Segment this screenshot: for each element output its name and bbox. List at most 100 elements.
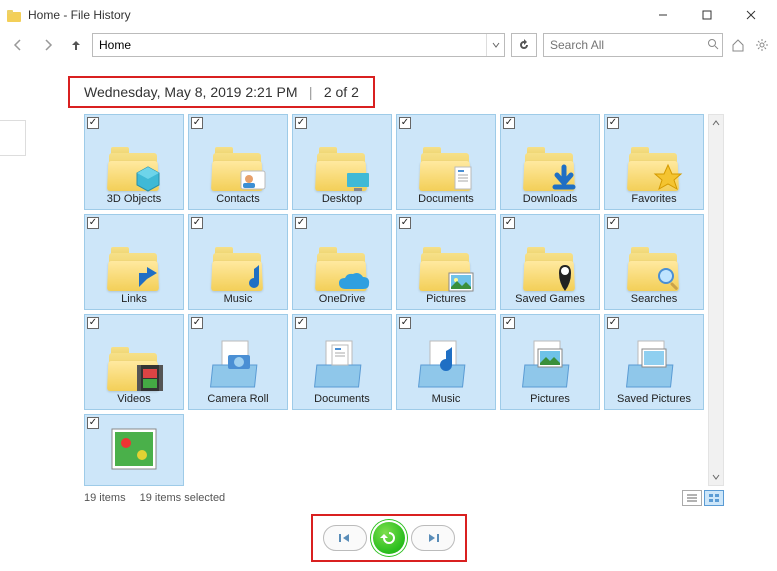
folder-item[interactable]: Music <box>396 314 496 410</box>
folder-item[interactable]: Pictures <box>500 314 600 410</box>
item-checkbox[interactable] <box>295 117 307 129</box>
app-icon <box>6 7 22 23</box>
scroll-up-button[interactable] <box>709 115 723 131</box>
folder-item[interactable]: Documents <box>396 114 496 210</box>
folder-music-icon <box>206 227 270 291</box>
folder-item[interactable]: Videos <box>84 314 184 410</box>
folder-item[interactable]: Downloads <box>500 114 600 210</box>
view-details-button[interactable] <box>682 490 702 506</box>
items-grid: 3D Objects Contacts Desktop Documents Do… <box>84 114 706 486</box>
view-large-icons-button[interactable] <box>704 490 724 506</box>
item-checkbox[interactable] <box>87 417 99 429</box>
item-label: Pictures <box>426 293 466 307</box>
selected-count: 19 items selected <box>140 492 226 504</box>
title-bar: Home - File History <box>0 0 777 30</box>
library-camera-icon <box>206 327 270 391</box>
nav-pane-stub <box>0 120 26 156</box>
folder-item[interactable]: Pictures <box>396 214 496 310</box>
scroll-down-button[interactable] <box>709 469 723 485</box>
folder-item[interactable]: Documents <box>292 314 392 410</box>
version-controls-highlight <box>311 514 467 562</box>
folder-item[interactable]: Searches <box>604 214 704 310</box>
item-label: Desktop <box>322 193 362 207</box>
library-pictures-icon <box>518 327 582 391</box>
item-label: Music <box>224 293 253 307</box>
item-checkbox[interactable] <box>295 317 307 329</box>
address-dropdown[interactable] <box>486 34 504 56</box>
folder-item[interactable]: Desktop <box>292 114 392 210</box>
item-label: Saved Games <box>515 293 585 307</box>
library-documents-icon <box>310 327 374 391</box>
search-box[interactable] <box>543 33 723 57</box>
folder-downloads-icon <box>518 127 582 191</box>
folder-item[interactable]: OneDrive <box>292 214 392 310</box>
restore-button[interactable] <box>371 520 407 556</box>
folder-onedrive-icon <box>310 227 374 291</box>
item-checkbox[interactable] <box>87 117 99 129</box>
item-checkbox[interactable] <box>191 317 203 329</box>
item-label: OneDrive <box>319 293 365 307</box>
folder-videos-icon <box>102 327 166 391</box>
item-label: Camera Roll <box>207 393 268 407</box>
library-savedpictures-icon <box>622 327 686 391</box>
folder-savedgames-icon <box>518 227 582 291</box>
item-checkbox[interactable] <box>503 317 515 329</box>
previous-version-button[interactable] <box>323 525 367 551</box>
next-version-button[interactable] <box>411 525 455 551</box>
item-label: Pictures <box>530 393 570 407</box>
folder-item[interactable]: Camera Roll <box>188 314 288 410</box>
separator: | <box>309 84 313 100</box>
folder-documents-icon <box>414 127 478 191</box>
folder-item[interactable]: Links <box>84 214 184 310</box>
item-checkbox[interactable] <box>191 117 203 129</box>
home-icon[interactable] <box>729 36 747 54</box>
item-label: Links <box>121 293 147 307</box>
status-bar: 19 items 19 items selected <box>84 490 724 506</box>
item-checkbox[interactable] <box>295 217 307 229</box>
item-checkbox[interactable] <box>607 317 619 329</box>
folder-item[interactable]: Favorites <box>604 114 704 210</box>
item-checkbox[interactable] <box>503 217 515 229</box>
snapshot-position: 2 of 2 <box>324 84 359 100</box>
window-title: Home - File History <box>28 8 641 22</box>
snapshot-timestamp: Wednesday, May 8, 2019 2:21 PM <box>84 84 298 100</box>
item-checkbox[interactable] <box>87 217 99 229</box>
maximize-button[interactable] <box>685 1 729 29</box>
folder-item[interactable]: Saved Games <box>500 214 600 310</box>
item-checkbox[interactable] <box>399 217 411 229</box>
item-label: Music <box>432 393 461 407</box>
folder-searches-icon <box>622 227 686 291</box>
folder-item[interactable]: 3D Objects <box>84 114 184 210</box>
refresh-button[interactable] <box>511 33 537 57</box>
folder-item[interactable]: Saved Pictures <box>604 314 704 410</box>
up-button[interactable] <box>66 33 86 57</box>
settings-icon[interactable] <box>753 36 771 54</box>
item-label: Documents <box>314 393 370 407</box>
item-checkbox[interactable] <box>399 117 411 129</box>
folder-item[interactable]: Contacts <box>188 114 288 210</box>
item-checkbox[interactable] <box>607 217 619 229</box>
item-label: Videos <box>117 393 150 407</box>
address-input[interactable] <box>93 34 486 56</box>
item-label: Favorites <box>631 193 676 207</box>
item-checkbox[interactable] <box>191 217 203 229</box>
close-button[interactable] <box>729 1 773 29</box>
forward-button[interactable] <box>36 33 60 57</box>
folder-item[interactable]: Music <box>188 214 288 310</box>
item-label: Documents <box>418 193 474 207</box>
scrollbar[interactable] <box>708 114 724 486</box>
search-icon <box>707 38 719 53</box>
item-checkbox[interactable] <box>503 117 515 129</box>
back-button[interactable] <box>6 33 30 57</box>
item-label: 3D Objects <box>107 193 161 207</box>
minimize-button[interactable] <box>641 1 685 29</box>
item-checkbox[interactable] <box>399 317 411 329</box>
search-input[interactable] <box>548 37 707 53</box>
picture-thumb-icon <box>102 423 166 475</box>
item-checkbox[interactable] <box>87 317 99 329</box>
folder-item[interactable] <box>84 414 184 486</box>
library-music-icon <box>414 327 478 391</box>
item-checkbox[interactable] <box>607 117 619 129</box>
address-bar[interactable] <box>92 33 505 57</box>
folder-pictures-icon <box>414 227 478 291</box>
